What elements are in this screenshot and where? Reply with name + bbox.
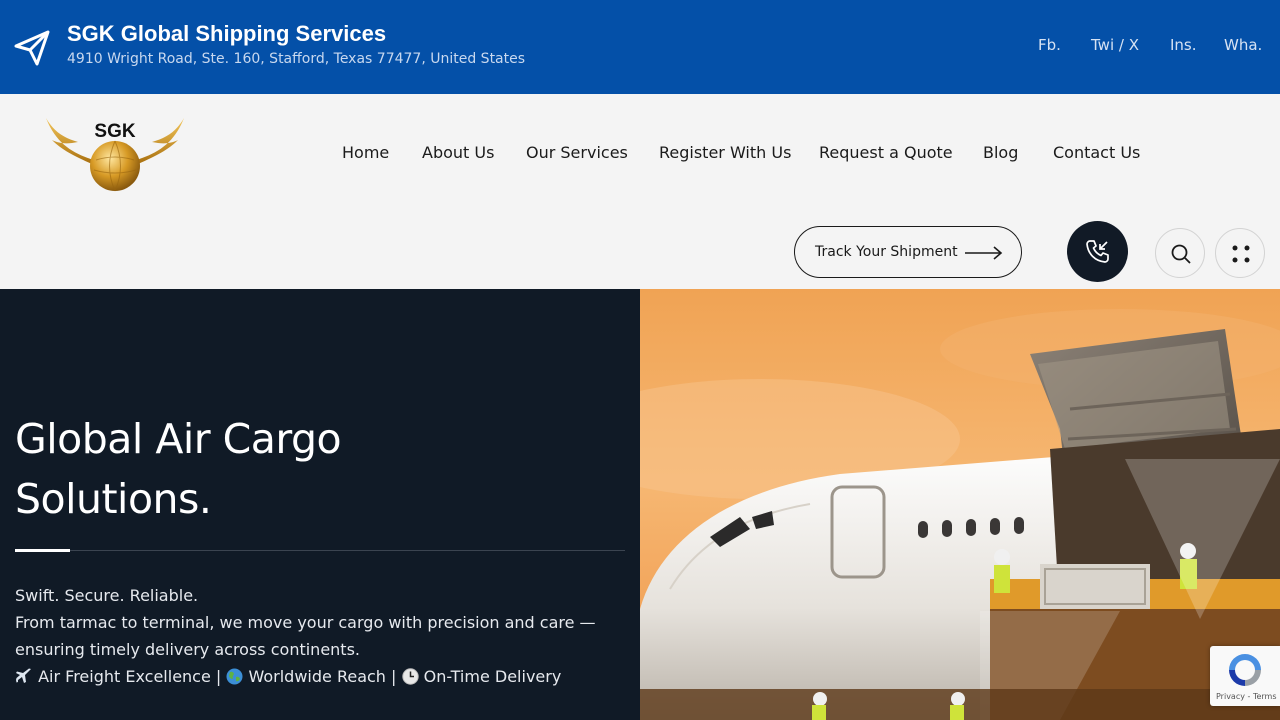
company-address: 4910 Wright Road, Ste. 160, Stafford, Te… [67, 51, 526, 67]
menu-button[interactable] [1215, 228, 1265, 278]
hero-features: Air Freight Excellence | Worldwide Reach… [15, 667, 561, 686]
feature-separator: | [391, 667, 397, 686]
sgk-logo[interactable]: SGK [44, 114, 186, 194]
hero-title-line-1: Global Air Cargo [15, 415, 342, 463]
hero-title: Global Air Cargo Solutions. [15, 409, 342, 529]
search-button[interactable] [1155, 228, 1205, 278]
nav-home[interactable]: Home [342, 143, 389, 162]
feature-on-time-delivery: On-Time Delivery [423, 667, 562, 686]
airplane-icon [16, 668, 31, 683]
feature-air-freight: Air Freight Excellence [38, 667, 211, 686]
grid-dots-icon [1232, 245, 1250, 263]
nav-request-quote[interactable]: Request a Quote [819, 143, 953, 162]
feature-separator: | [215, 667, 222, 686]
clock-icon [401, 668, 419, 685]
nav-contact-us[interactable]: Contact Us [1053, 143, 1140, 162]
nav-our-services[interactable]: Our Services [526, 143, 628, 162]
brand-name: SGK Global Shipping Services [67, 21, 387, 46]
hero-tagline: Swift. Secure. Reliable. [15, 586, 199, 605]
hero-divider [15, 550, 625, 551]
social-link-facebook[interactable]: Fb. [1038, 36, 1061, 54]
cargo-plane-image [640, 289, 1280, 720]
hero-text-panel: Global Air Cargo Solutions. Swift. Secur… [0, 289, 640, 720]
recaptcha-badge[interactable]: Privacy - Terms [1210, 646, 1280, 706]
hero-divider-accent [15, 549, 70, 552]
nav-about-us[interactable]: About Us [422, 143, 494, 162]
call-button[interactable] [1067, 221, 1128, 282]
track-shipment-button[interactable]: Track Your Shipment [794, 226, 1022, 278]
hero-description-line-1: From tarmac to terminal, we move your ca… [15, 613, 596, 632]
recaptcha-logo-icon [1229, 654, 1261, 686]
recaptcha-terms[interactable]: Privacy - Terms [1216, 692, 1277, 701]
hero-description-line-2: ensuring timely delivery across continen… [15, 640, 360, 659]
paper-plane-icon [14, 30, 50, 66]
social-link-whatsapp[interactable]: Wha. [1224, 36, 1262, 54]
hero-title-line-2: Solutions. [15, 475, 212, 523]
nav-register[interactable]: Register With Us [659, 143, 791, 162]
top-bar: SGK Global Shipping Services 4910 Wright… [0, 0, 1280, 94]
globe-icon [226, 668, 243, 685]
feature-worldwide-reach: Worldwide Reach [248, 667, 386, 686]
track-shipment-label: Track Your Shipment [815, 244, 958, 260]
search-icon [1171, 244, 1191, 264]
social-link-twitter[interactable]: Twi / X [1091, 36, 1139, 54]
arrow-right-icon [965, 246, 1003, 260]
main-header: SGK Home About Us Our Services Register … [0, 94, 1280, 289]
nav-blog[interactable]: Blog [983, 143, 1018, 162]
logo-text: SGK [94, 121, 135, 142]
phone-incoming-icon [1086, 240, 1109, 263]
hero-image [640, 289, 1280, 720]
social-link-instagram[interactable]: Ins. [1170, 36, 1197, 54]
